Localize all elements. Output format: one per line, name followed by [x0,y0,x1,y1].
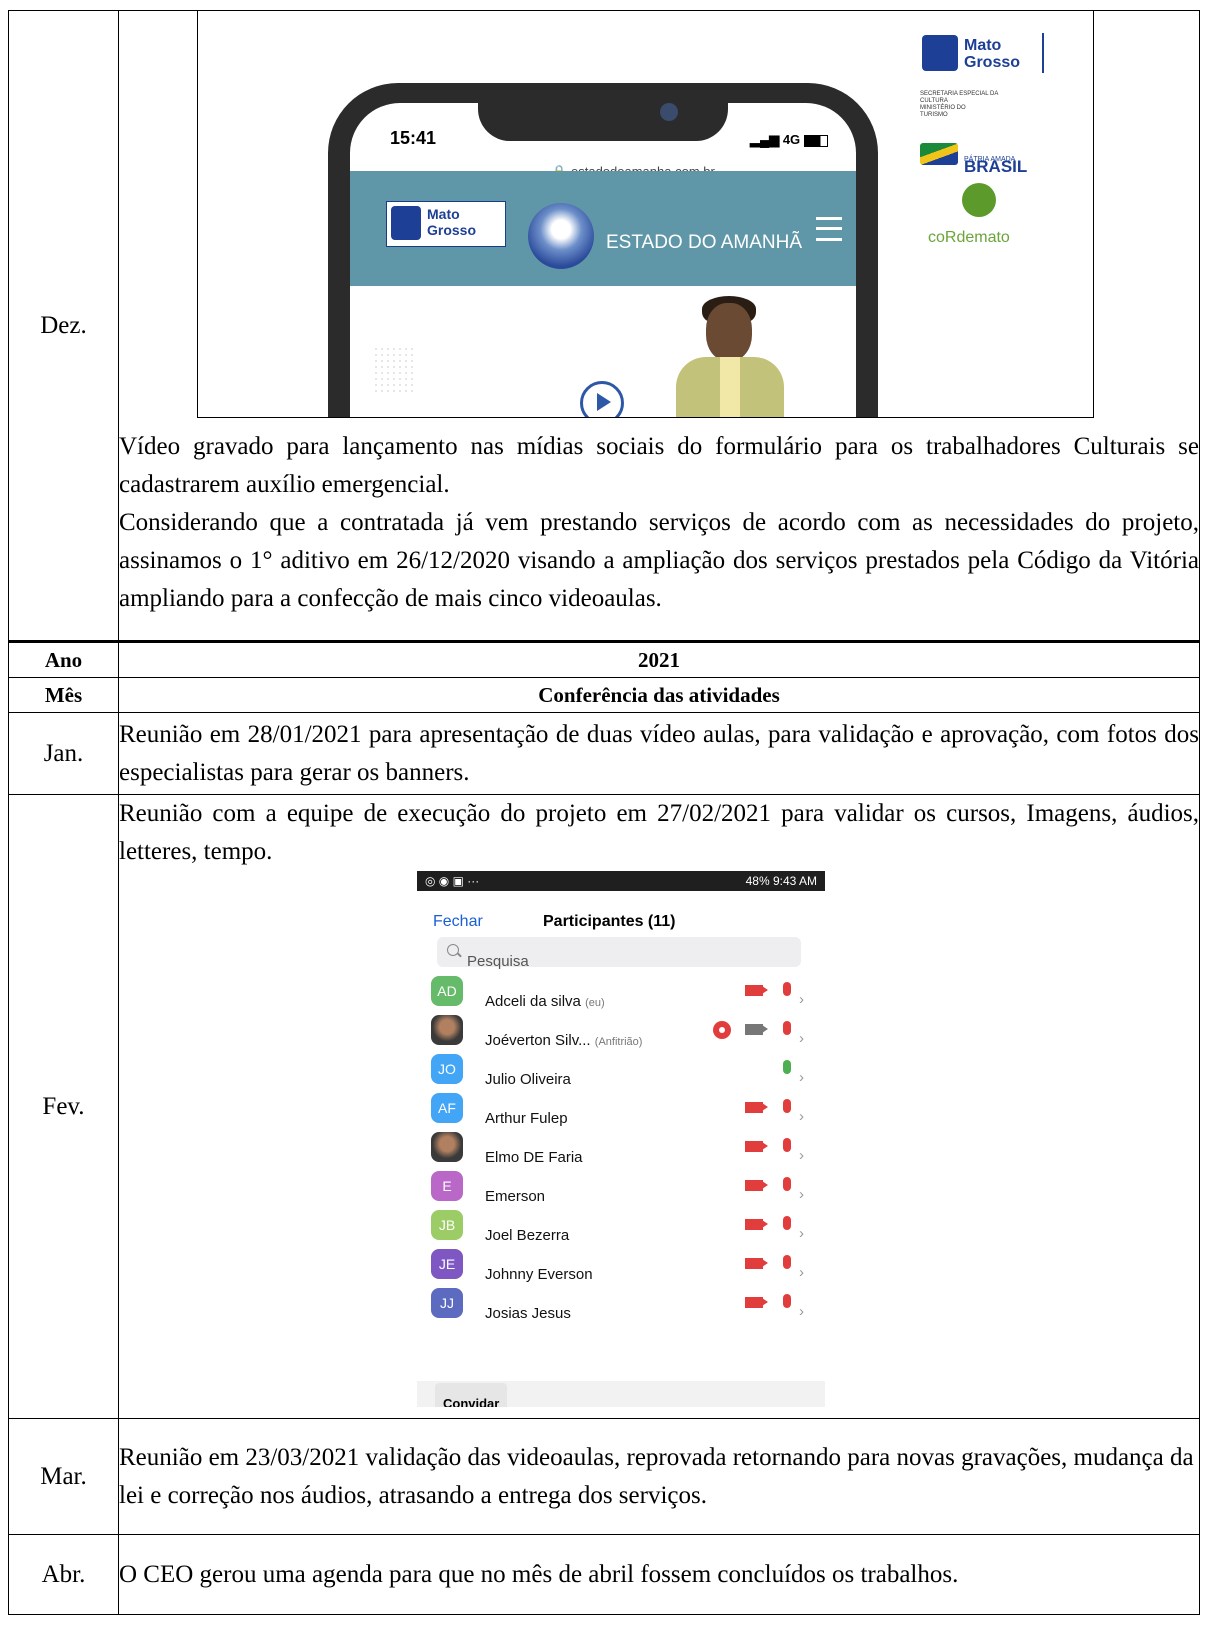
participant-role: (Anfitrião) [594,1036,643,1048]
video-on-icon [745,1024,768,1035]
content-cell-dez: 15:41 ▂▄▆ 4G 🔒 estadodoamanha.com.br Mat… [118,10,1200,642]
invite-button[interactable]: Convidar [435,1383,508,1407]
camera-icon [660,103,678,121]
mic-muted-icon [783,1099,791,1113]
coat-of-arms-icon [391,206,421,240]
video-screenshot: 15:41 ▂▄▆ 4G 🔒 estadodoamanha.com.br Mat… [197,11,1094,418]
avatar: JB [431,1210,463,1240]
play-icon [580,381,624,417]
month-cell-dez: Dez. [8,10,119,642]
mic-muted-icon [783,982,791,996]
mato-grosso-logo: Mato Grosso [386,201,506,247]
fev-paragraph: Reunião com a equipe de execução do proj… [119,800,1199,865]
participant-row[interactable]: JE Johnny Everson › [417,1245,825,1284]
avatar: JJ [431,1288,463,1318]
site-title: ESTADO DO AMANHÃ [606,232,803,253]
video-off-icon [745,1102,768,1113]
mic-muted-icon [783,1138,791,1152]
phone-notch [478,83,728,141]
ano-label: Ano [8,640,119,678]
participant-row[interactable]: Elmo DE Faria › [417,1128,825,1167]
cor-de-mato-logo: coRdemato [928,183,1038,246]
phone-time: 15:41 [390,128,437,148]
participant-role: (eu) [585,997,605,1009]
video-off-icon [745,1141,768,1152]
mic-on-icon [783,1060,791,1074]
avatar [431,1132,463,1162]
participant-row[interactable]: AF Arthur Fulep › [417,1089,825,1128]
dez-paragraph-1: Vídeo gravado para lançamento nas mídias… [119,433,1199,498]
status-bar: ◎ ◉ ▣ ··· 48% 9:43 AM [417,871,825,891]
participant-row[interactable]: E Emerson › [417,1167,825,1206]
chevron-right-icon: › [799,1303,804,1320]
participants-title: Participantes (11) [543,913,676,930]
avatar [431,1015,463,1045]
video-off-icon [745,1219,768,1230]
estado-do-amanha-logo-icon [528,203,594,269]
mic-muted-icon [783,1021,791,1035]
participant-row[interactable]: JO Julio Oliveira › [417,1050,825,1089]
participant-name: Josias Jesus [485,1305,571,1322]
participant-row[interactable]: JB Joel Bezerra › [417,1206,825,1245]
content-cell-jan: Reunião em 28/01/2021 para apresentação … [118,712,1200,795]
month-cell-abr: Abr. [8,1534,119,1615]
secretaria-logo: SECRETARIA ESPECIAL DA CULTURA MINISTÉRIO … [920,91,999,118]
close-button[interactable]: Fechar [433,903,483,941]
video-off-icon [745,1180,768,1191]
avatar: AD [431,976,463,1006]
mic-muted-icon [783,1255,791,1269]
content-cell-abr: O CEO gerou uma agenda para que no mês d… [118,1534,1200,1615]
ano-value: 2021 [118,640,1200,678]
avatar-shirt [720,357,740,417]
signal-indicator: ▂▄▆ 4G [750,121,828,159]
participants-header: Fechar Participantes (11) [417,891,825,933]
content-cell-fev: Reunião com a equipe de execução do proj… [118,794,1200,1419]
mic-muted-icon [783,1177,791,1191]
avatar: JO [431,1054,463,1084]
participant-row[interactable]: JJ Josias Jesus › [417,1284,825,1323]
month-cell-fev: Fev. [8,794,119,1419]
avatar: JE [431,1249,463,1279]
participants-footer: Convidar [417,1381,825,1407]
participant-row[interactable]: Joéverton Silv... (Anfitrião) › [417,1011,825,1050]
month-cell-mar: Mar. [8,1418,119,1535]
dez-paragraph-2: Considerando que a contratada já vem pre… [119,509,1199,612]
mato-grosso-corner-logo: Mato Grosso [918,31,1046,77]
menu-icon [816,217,842,241]
avatar-head [706,303,752,361]
content-cell-mar: Reunião em 23/03/2021 validação das vide… [118,1418,1200,1535]
month-cell-jan: Jan. [8,712,119,795]
participants-screenshot: ◎ ◉ ▣ ··· 48% 9:43 AM Fechar Participant… [417,871,825,1407]
activities-table: Dez. 15:41 ▂▄▆ 4G 🔒 estadodoamanha.com.b… [8,10,1200,1615]
video-off-icon [745,1258,768,1269]
mes-label: Mês [8,677,119,713]
video-off-icon [745,985,768,996]
mic-muted-icon [783,1216,791,1230]
avatar: E [431,1171,463,1201]
avatar: AF [431,1093,463,1123]
leaf-icon [962,183,996,217]
search-icon [447,944,459,956]
brasil-logo: PÁTRIA AMADA BRASIL [920,139,1040,176]
record-icon [713,1021,731,1039]
dot-pattern [373,346,413,396]
flag-icon [920,143,958,165]
battery-icon [803,134,828,147]
participant-row[interactable]: AD Adceli da silva (eu) › [417,972,825,1011]
mes-value: Conferência das atividades [118,677,1200,713]
video-off-icon [745,1297,768,1308]
search-input[interactable]: Pesquisa [437,937,801,970]
coat-of-arms-icon [922,35,958,71]
mic-muted-icon [783,1294,791,1308]
